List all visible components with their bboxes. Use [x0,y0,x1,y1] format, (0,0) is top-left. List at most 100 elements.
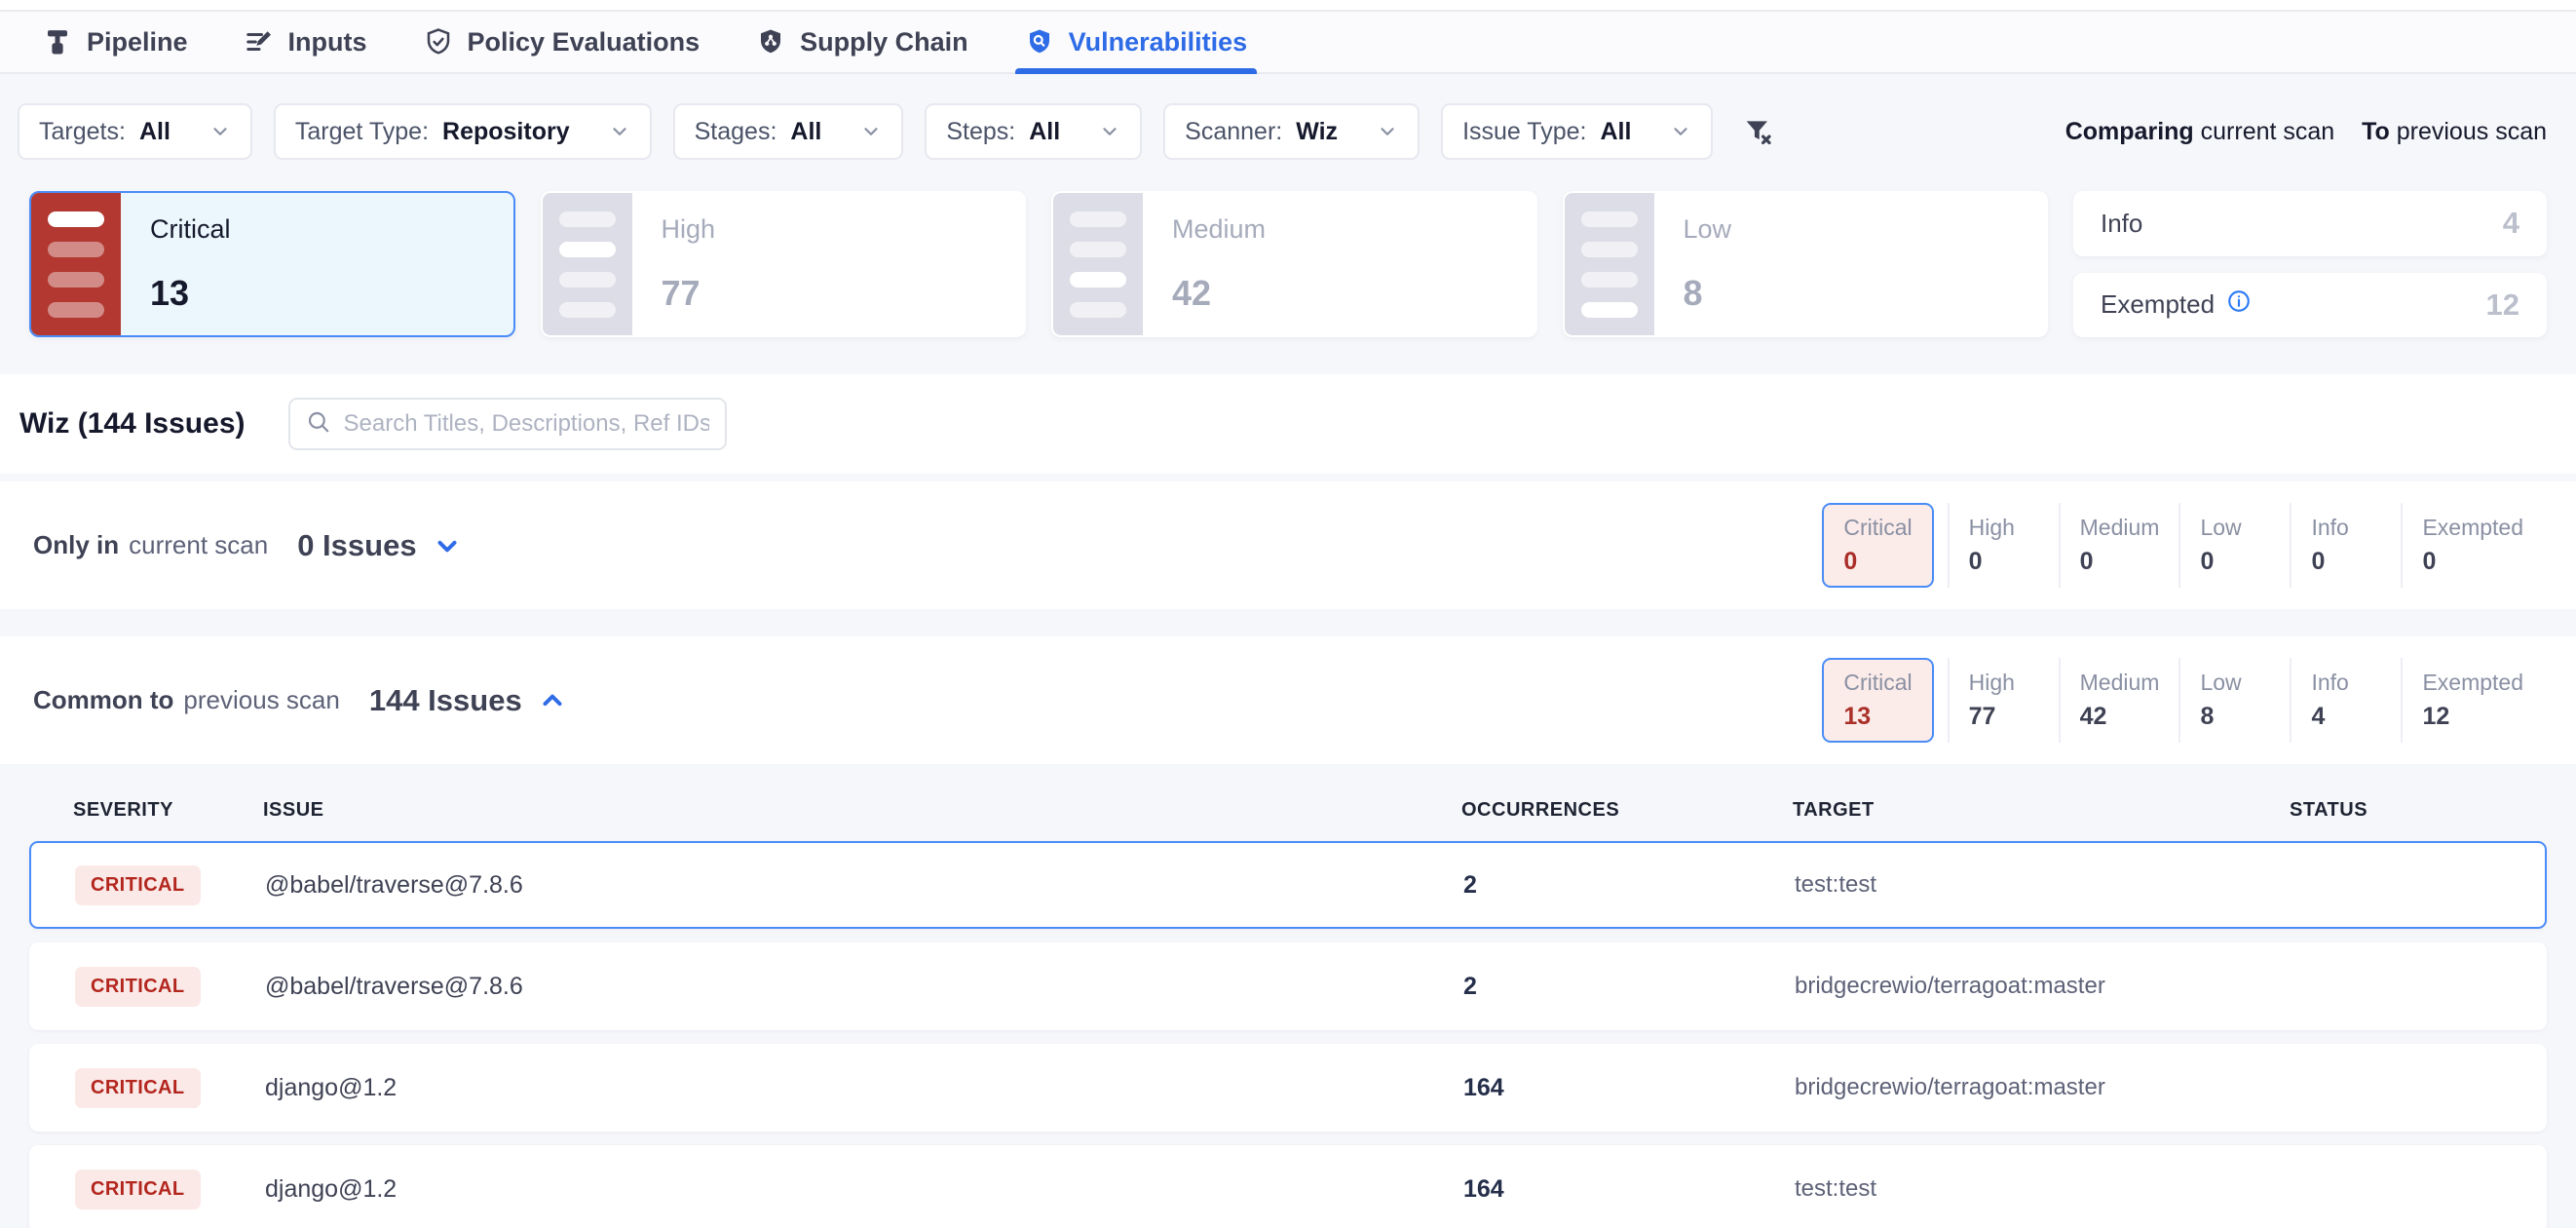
counter-critical[interactable]: Critical 13 [1822,658,1933,743]
comparing-bold: Comparing [2065,118,2194,145]
counter-label: Low [2200,670,2270,696]
chevron-down-icon[interactable] [433,531,462,560]
severity-badge: CRITICAL [75,967,201,1007]
exempted-card-label: Exempted [2101,289,2215,320]
filter-targets-value: All [139,118,170,146]
column-header-status: STATUS [2290,799,2503,822]
counter-label: High [1969,515,2039,541]
counter-exempted[interactable]: Exempted 12 [2401,658,2543,743]
counter-high[interactable]: High 0 [1948,503,2059,588]
severity-card-label: Medium [1172,214,1506,245]
severity-card-medium[interactable]: Medium 42 [1051,191,1537,337]
tab-inputs[interactable]: Inputs [239,12,373,72]
tab-inputs-label: Inputs [288,27,367,58]
tab-supply-chain[interactable]: Supply Chain [750,12,974,72]
info-card-count: 4 [2503,206,2519,241]
counter-info[interactable]: Info 0 [2290,503,2401,588]
counter-info[interactable]: Info 4 [2290,658,2401,743]
clear-filters-icon[interactable] [1742,116,1773,147]
group-title-text: previous scan [183,685,339,715]
counter-label: High [1969,670,2039,696]
target-cell: test:test [1795,871,2292,899]
issues-search[interactable] [288,398,727,450]
counter-exempted[interactable]: Exempted 0 [2401,503,2543,588]
counter-count: 0 [1969,548,2039,576]
target-cell: bridgecrewio/terragoat:master [1795,1074,2292,1101]
search-input[interactable] [344,410,709,438]
counter-high[interactable]: High 77 [1948,658,2059,743]
group-severity-counters: Critical 13 High 77 Medium 42 Low 8 Info… [1822,658,2543,743]
severity-card-exempted[interactable]: Exempted 12 [2073,273,2547,338]
counter-count: 4 [2311,703,2381,731]
filter-issue-type-value: All [1600,118,1631,146]
column-header-issue: ISSUE [263,799,1461,822]
window-top-strip [0,0,2576,12]
tab-policy-evaluations[interactable]: Policy Evaluations [418,12,706,72]
filter-stages-label: Stages: [695,118,777,146]
issue-cell: django@1.2 [265,1175,1463,1204]
severity-card-label: High [662,214,996,245]
filter-issue-type[interactable]: Issue Type: All [1441,103,1713,160]
counter-label: Info [2311,515,2381,541]
chevron-down-icon [1670,121,1691,142]
inputs-icon [245,27,274,57]
counter-label: Exempted [2422,670,2523,696]
info-card-label: Info [2101,209,2142,239]
counter-medium[interactable]: Medium 0 [2059,503,2179,588]
counter-critical[interactable]: Critical 0 [1822,503,1933,588]
table-row[interactable]: CRITICAL @babel/traverse@7.8.6 2 bridgec… [29,942,2547,1030]
group-issue-count: 0 Issues [297,528,416,563]
group-issue-count: 144 Issues [369,683,522,718]
filter-target-type[interactable]: Target Type: Repository [274,103,652,160]
issue-cell: @babel/traverse@7.8.6 [265,973,1463,1001]
severity-card-low[interactable]: Low 8 [1563,191,2049,337]
target-cell: bridgecrewio/terragoat:master [1795,973,2292,1000]
main-tabbar: Pipeline Inputs Policy Evaluations Suppl… [0,12,2576,74]
occurrences-cell: 2 [1463,973,1795,1001]
severity-badge: CRITICAL [75,865,201,905]
filter-target-type-value: Repository [442,118,570,146]
counter-label: Info [2311,670,2381,696]
tab-vulnerabilities[interactable]: Vulnerabilities [1019,12,1254,72]
filter-targets-label: Targets: [39,118,126,146]
issue-cell: django@1.2 [265,1074,1463,1102]
exempted-card-count: 12 [2486,288,2519,323]
filter-scanner[interactable]: Scanner: Wiz [1163,103,1420,160]
filter-stages[interactable]: Stages: All [673,103,904,160]
filter-bar: Targets: All Target Type: Repository Sta… [0,74,2576,183]
tab-pipeline-label: Pipeline [87,27,188,58]
severity-card-critical[interactable]: Critical 13 [29,191,515,337]
counter-count: 8 [2200,703,2270,731]
counter-low[interactable]: Low 0 [2178,503,2290,588]
filter-targets[interactable]: Targets: All [18,103,252,160]
counter-label: Exempted [2422,515,2523,541]
tab-policy-evaluations-label: Policy Evaluations [468,27,701,58]
info-icon[interactable] [2226,288,2252,321]
occurrences-cell: 164 [1463,1074,1795,1102]
severity-cards-row: Critical 13 High 77 Medium 42 Low 8 I [0,183,2576,337]
severity-badge: CRITICAL [75,1170,201,1209]
tab-supply-chain-label: Supply Chain [800,27,968,58]
severity-card-high[interactable]: High 77 [541,191,1027,337]
counter-count: 0 [2422,548,2523,576]
counter-medium[interactable]: Medium 42 [2059,658,2179,743]
occurrences-cell: 164 [1463,1175,1795,1204]
filter-scanner-label: Scanner: [1185,118,1282,146]
severity-gauge-icon [1565,193,1654,335]
severity-gauge-icon [31,193,121,335]
table-row[interactable]: CRITICAL django@1.2 164 bridgecrewio/ter… [29,1044,2547,1132]
tab-pipeline[interactable]: Pipeline [37,12,194,72]
filter-steps[interactable]: Steps: All [925,103,1142,160]
filter-scanner-value: Wiz [1296,118,1338,146]
severity-card-label: Critical [150,214,484,245]
counter-count: 0 [2080,548,2160,576]
column-header-target: TARGET [1793,799,2290,822]
group-severity-counters: Critical 0 High 0 Medium 0 Low 0 Info 0 … [1822,503,2543,588]
severity-card-info[interactable]: Info 4 [2073,191,2547,256]
counter-count: 77 [1969,703,2039,731]
table-row[interactable]: CRITICAL django@1.2 164 test:test [29,1145,2547,1228]
chevron-down-icon [209,121,231,142]
counter-low[interactable]: Low 8 [2178,658,2290,743]
table-row[interactable]: CRITICAL @babel/traverse@7.8.6 2 test:te… [29,841,2547,929]
chevron-up-icon[interactable] [538,686,567,715]
